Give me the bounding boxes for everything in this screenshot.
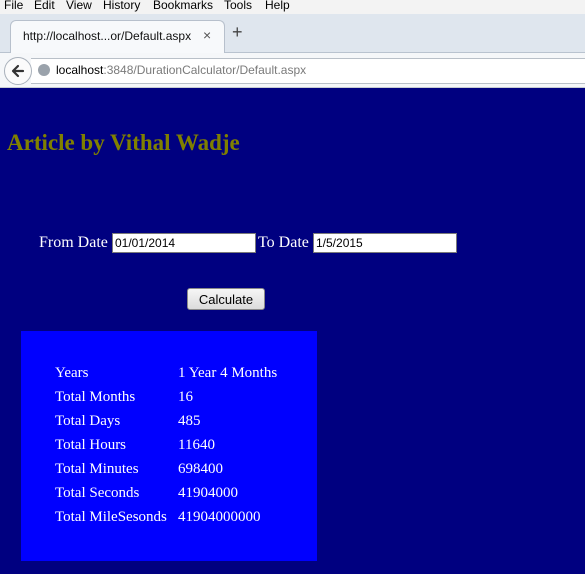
from-date-label: From Date bbox=[39, 234, 108, 251]
tab-title: http://localhost...or/Default.aspx bbox=[23, 29, 192, 43]
address-host: localhost bbox=[56, 63, 104, 77]
menu-bookmarks[interactable]: Bookmarks bbox=[153, 0, 213, 12]
result-label: Total Months bbox=[55, 389, 136, 405]
result-label: Total MileSesonds bbox=[55, 509, 167, 525]
result-value: 485 bbox=[178, 413, 201, 429]
result-value: 11640 bbox=[178, 437, 215, 453]
browser-tab[interactable]: http://localhost...or/Default.aspx × bbox=[10, 20, 225, 53]
menu-file[interactable]: File bbox=[4, 0, 23, 12]
to-date-label: To Date bbox=[258, 234, 309, 251]
result-value: 41904000 bbox=[178, 485, 238, 501]
navigation-bar: localhost:3848/DurationCalculator/Defaul… bbox=[0, 53, 585, 88]
result-value: 16 bbox=[178, 389, 193, 405]
result-label: Total Hours bbox=[55, 437, 127, 453]
result-value: 698400 bbox=[178, 461, 223, 477]
menu-history[interactable]: History bbox=[103, 0, 140, 12]
result-label: Total Days bbox=[55, 413, 121, 429]
back-button[interactable] bbox=[4, 57, 32, 85]
address-bar[interactable]: localhost:3848/DurationCalculator/Defaul… bbox=[31, 58, 585, 84]
address-text: localhost:3848/DurationCalculator/Defaul… bbox=[56, 63, 306, 77]
from-date-input[interactable] bbox=[112, 233, 256, 253]
result-label: Total Minutes bbox=[55, 461, 139, 477]
to-date-input[interactable] bbox=[313, 233, 457, 253]
close-icon[interactable]: × bbox=[203, 27, 211, 43]
back-arrow-icon bbox=[11, 64, 25, 78]
menu-bar: File Edit View History Bookmarks Tools H… bbox=[0, 0, 585, 14]
menu-view[interactable]: View bbox=[66, 0, 92, 12]
tab-strip: http://localhost...or/Default.aspx × + bbox=[0, 14, 585, 53]
calculate-button[interactable]: Calculate bbox=[187, 288, 265, 310]
globe-icon bbox=[38, 64, 50, 76]
menu-tools[interactable]: Tools bbox=[224, 0, 252, 12]
result-label: Years bbox=[55, 365, 89, 381]
page-title: Article by Vithal Wadje bbox=[7, 130, 240, 155]
result-value: 41904000000 bbox=[178, 509, 261, 525]
menu-edit[interactable]: Edit bbox=[34, 0, 55, 12]
page-content: Article by Vithal Wadje From Date To Dat… bbox=[0, 88, 585, 574]
result-value: 1 Year 4 Months bbox=[178, 365, 278, 381]
new-tab-icon[interactable]: + bbox=[232, 22, 243, 43]
menu-help[interactable]: Help bbox=[265, 0, 290, 12]
address-path: :3848/DurationCalculator/Default.aspx bbox=[103, 63, 307, 77]
result-label: Total Seconds bbox=[55, 485, 140, 501]
result-panel: Years 1 Year 4 Months Total Months 16 To… bbox=[21, 331, 317, 561]
